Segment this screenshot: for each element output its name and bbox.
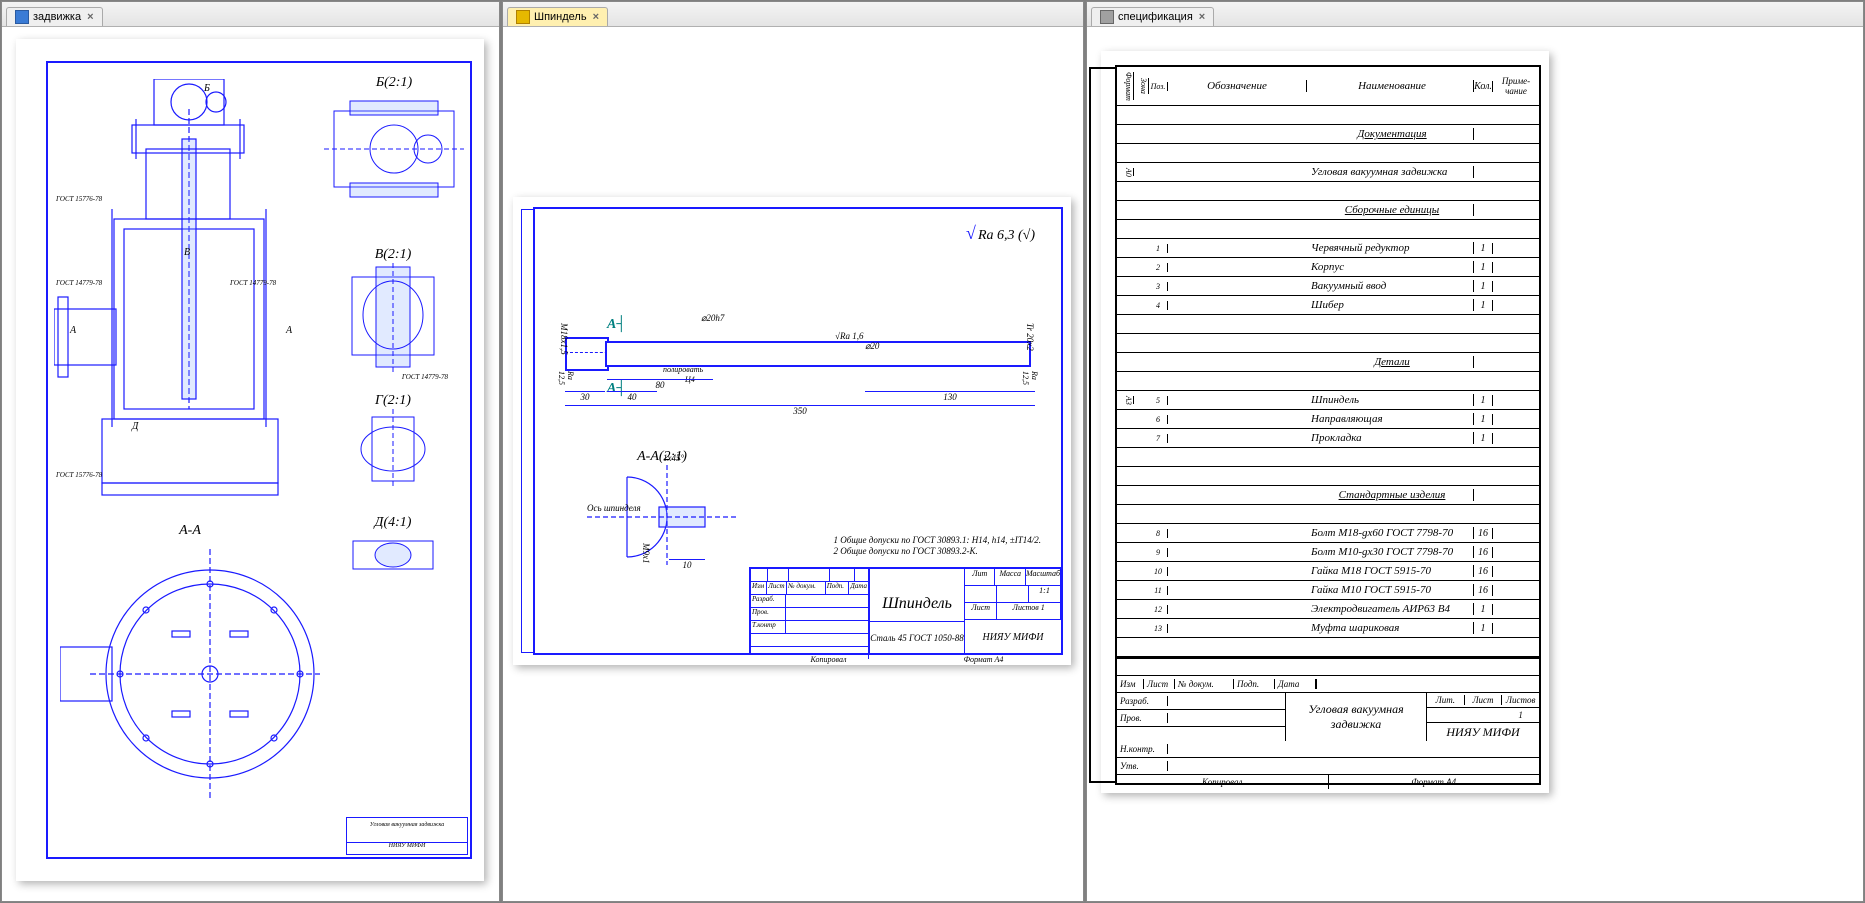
svg-text:ГОСТ 14779-78: ГОСТ 14779-78 bbox=[229, 279, 277, 287]
binding-margin bbox=[521, 209, 534, 653]
surface-roughness-general: Ra 6,3 (√) bbox=[966, 223, 1035, 244]
close-icon[interactable]: × bbox=[1199, 11, 1205, 23]
detail-d-view: Д(4:1) bbox=[348, 515, 438, 581]
specification-sheet: Формат Зона Поз. Обозначение Наименовани… bbox=[1101, 51, 1549, 793]
table-row: 4 Шибер 1 bbox=[1117, 296, 1539, 315]
table-row: 6 Направляющая 1 bbox=[1117, 410, 1539, 429]
title-block: ИзмЛист№ докум.Подп.Дата Разраб. Пров. Т… bbox=[749, 567, 1061, 653]
section-aa-view: А-А bbox=[60, 523, 320, 809]
table-row: 3 Вакуумный ввод 1 bbox=[1117, 277, 1539, 296]
table-row bbox=[1117, 467, 1539, 486]
table-row: 12 Электродвигатель АИР63 В4 1 bbox=[1117, 600, 1539, 619]
drawing-sheet: Б В А А Д ГОСТ 15776-78 ГОСТ 14779-78 ГОС… bbox=[16, 39, 484, 881]
table-row bbox=[1117, 220, 1539, 239]
detail-v-view: В(2:1) ГОСТ 14779-78 bbox=[338, 247, 448, 381]
table-row bbox=[1117, 638, 1539, 657]
dim-40: 40 bbox=[607, 391, 657, 402]
svg-text:ГОСТ 15776-78: ГОСТ 15776-78 bbox=[55, 195, 103, 203]
table-row: 2 Корпус 1 bbox=[1117, 258, 1539, 277]
table-row: Детали bbox=[1117, 353, 1539, 372]
svg-text:А: А bbox=[285, 325, 293, 336]
svg-text:А: А bbox=[69, 325, 77, 336]
table-row: 9 Болт М10-gx30 ГОСТ 7798-70 16 bbox=[1117, 543, 1539, 562]
spec-title-block: Изм Лист № докум. Подп. Дата Разраб. Про… bbox=[1117, 657, 1539, 789]
tab-bar-left: задвижка × bbox=[2, 2, 499, 27]
table-row bbox=[1117, 372, 1539, 391]
dim-total: 350 bbox=[565, 405, 1035, 416]
technical-notes: 1 Общие допуски по ГОСТ 30893.1: Н14, h1… bbox=[833, 535, 1041, 557]
table-row: 11 Гайка М10 ГОСТ 5915-70 16 bbox=[1117, 581, 1539, 600]
dim-130: 130 bbox=[865, 391, 1035, 402]
drawing-viewport-left[interactable]: Б В А А Д ГОСТ 15776-78 ГОСТ 14779-78 ГОС… bbox=[2, 27, 499, 901]
tab-specification[interactable]: спецификация × bbox=[1091, 7, 1214, 26]
detail-b-view: Б(2:1) bbox=[324, 75, 464, 211]
tab-bar-right: спецификация × bbox=[1087, 2, 1863, 27]
table-row: 7 Прокладка 1 bbox=[1117, 429, 1539, 448]
table-row: Документация bbox=[1117, 125, 1539, 144]
dim-80: 80 bbox=[607, 379, 713, 390]
drawing-viewport-right[interactable]: Формат Зона Поз. Обозначение Наименовани… bbox=[1087, 27, 1863, 901]
part-icon bbox=[516, 10, 530, 24]
panel-part-drawing: Шпиндель × Ra 6,3 (√) А┤ А┤ bbox=[502, 1, 1084, 902]
table-row: 1 Червячный редуктор 1 bbox=[1117, 239, 1539, 258]
assembly-main-view: Б В А А Д ГОСТ 15776-78 ГОСТ 14779-78 ГОС… bbox=[54, 79, 314, 509]
tab-zadvizhka[interactable]: задвижка × bbox=[6, 7, 103, 26]
table-row bbox=[1117, 106, 1539, 125]
table-row: 10 Гайка М18 ГОСТ 5915-70 16 bbox=[1117, 562, 1539, 581]
binding-margin bbox=[1089, 67, 1117, 783]
table-row: А3 5 Шпиндель 1 bbox=[1117, 391, 1539, 410]
spindle-main-view: А┤ А┤ М18х1,5 ⌀20h7 √Ra 1,6 ⌀20 Tr 20x2 … bbox=[565, 329, 1031, 375]
svg-text:ГОСТ 15776-78: ГОСТ 15776-78 bbox=[55, 471, 103, 479]
drawing-viewport-mid[interactable]: Ra 6,3 (√) А┤ А┤ М18х1,5 ⌀20h7 √Ra 1,6 ⌀ bbox=[503, 27, 1083, 901]
panel-specification: спецификация × Формат Зона Поз. Обозначе… bbox=[1086, 1, 1864, 902]
tab-label: задвижка bbox=[33, 11, 81, 23]
tab-bar-mid: Шпиндель × bbox=[503, 2, 1083, 27]
table-row: А0 Угловая вакуумная задвижка bbox=[1117, 163, 1539, 182]
table-row: 13 Муфта шариковая 1 bbox=[1117, 619, 1539, 638]
svg-text:ГОСТ 14779-78: ГОСТ 14779-78 bbox=[55, 279, 103, 287]
close-icon[interactable]: × bbox=[87, 11, 93, 23]
dim-30: 30 bbox=[565, 391, 605, 402]
spec-header: Формат Зона Поз. Обозначение Наименовани… bbox=[1117, 67, 1539, 106]
table-row bbox=[1117, 334, 1539, 353]
title-block-small: Угловая вакуумная задвижка НИЯУ МИФИ bbox=[346, 817, 468, 855]
table-row: Стандартные изделия bbox=[1117, 486, 1539, 505]
table-row bbox=[1117, 182, 1539, 201]
table-row: Сборочные единицы bbox=[1117, 201, 1539, 220]
spreadsheet-icon bbox=[1100, 10, 1114, 24]
svg-text:В: В bbox=[184, 247, 190, 258]
tab-spindel[interactable]: Шпиндель × bbox=[507, 7, 608, 26]
drawing-sheet: Ra 6,3 (√) А┤ А┤ М18х1,5 ⌀20h7 √Ra 1,6 ⌀ bbox=[513, 197, 1071, 665]
table-row bbox=[1117, 144, 1539, 163]
tab-label: спецификация bbox=[1118, 11, 1193, 23]
close-icon[interactable]: × bbox=[593, 11, 599, 23]
detail-g-view: Г(2:1) bbox=[348, 393, 438, 489]
table-row bbox=[1117, 505, 1539, 524]
svg-text:Б: Б bbox=[203, 83, 210, 94]
section-aa-detail: А-А(2:1) 1х45° Ось шпинделя bbox=[587, 449, 737, 568]
svg-text:Д: Д bbox=[131, 421, 139, 432]
document-icon bbox=[15, 10, 29, 24]
spec-body: Документация А0 Угловая вакуумная задвиж… bbox=[1117, 106, 1539, 657]
table-row: 8 Болт М18-gx60 ГОСТ 7798-70 16 bbox=[1117, 524, 1539, 543]
table-row bbox=[1117, 448, 1539, 467]
table-row bbox=[1117, 315, 1539, 334]
panel-assembly-drawing: задвижка × bbox=[1, 1, 500, 902]
tab-label: Шпиндель bbox=[534, 11, 587, 23]
